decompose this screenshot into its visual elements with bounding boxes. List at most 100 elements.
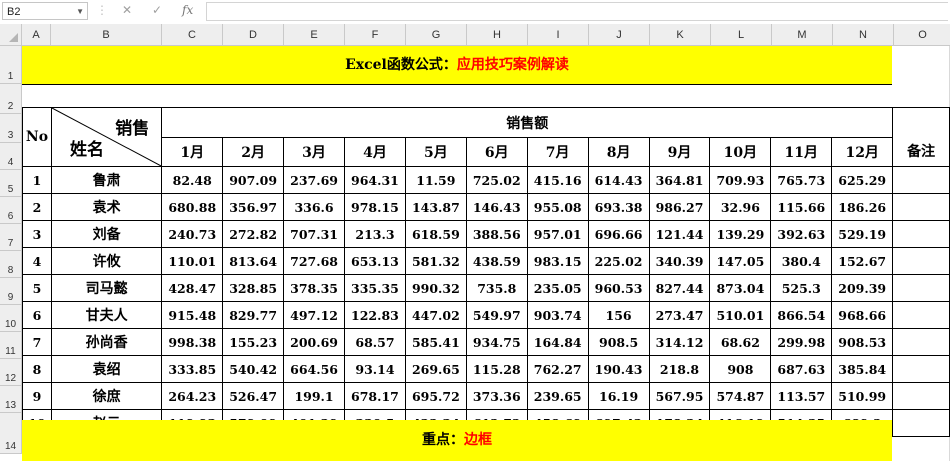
cell-value[interactable]: 11.59 (404, 166, 467, 194)
cell-value[interactable]: 156 (587, 301, 650, 329)
cell-value[interactable]: 113.57 (770, 382, 833, 410)
cell-value[interactable]: 525.3 (770, 274, 833, 302)
cell-value[interactable]: 990.32 (404, 274, 467, 302)
cell-remark[interactable] (892, 328, 950, 356)
cell-value[interactable]: 618.59 (404, 220, 467, 248)
column-header-l[interactable]: L (711, 24, 772, 46)
cell-value[interactable]: 328.85 (222, 274, 285, 302)
cell-value[interactable]: 199.1 (283, 382, 345, 410)
footer-band[interactable]: 重点：边框 (22, 420, 892, 461)
cell-value[interactable]: 510.99 (831, 382, 894, 410)
row-header-5[interactable]: 5 (0, 170, 22, 197)
cell-value[interactable]: 664.56 (283, 355, 345, 383)
cell-value[interactable]: 110.01 (161, 247, 224, 275)
row-header-2[interactable]: 2 (0, 84, 22, 114)
cell-value[interactable]: 585.41 (404, 328, 467, 356)
cell-value[interactable]: 762.27 (526, 355, 589, 383)
column-header-e[interactable]: E (284, 24, 345, 46)
cell-value[interactable]: 908 (709, 355, 772, 383)
cell-no[interactable]: 7 (22, 328, 52, 356)
cell-value[interactable]: 333.85 (161, 355, 224, 383)
row-header-14[interactable]: 14 (0, 413, 22, 454)
cell-value[interactable]: 915.48 (161, 301, 224, 329)
cell-value[interactable]: 680.88 (161, 193, 224, 221)
cell-name[interactable]: 司马懿 (50, 274, 163, 302)
cell-value[interactable]: 152.67 (831, 247, 894, 275)
cell-value[interactable]: 540.42 (222, 355, 285, 383)
row-header-9[interactable]: 9 (0, 278, 22, 305)
column-header-m[interactable]: M (772, 24, 833, 46)
cell-no[interactable]: 6 (22, 301, 52, 329)
cell-value[interactable]: 696.66 (587, 220, 650, 248)
cell-value[interactable]: 314.12 (648, 328, 711, 356)
cell-value[interactable]: 82.48 (161, 166, 224, 194)
cell-value[interactable]: 385.84 (831, 355, 894, 383)
cell-value[interactable]: 829.77 (222, 301, 285, 329)
cell-value[interactable]: 497.12 (283, 301, 345, 329)
cell-value[interactable]: 239.65 (526, 382, 589, 410)
cell-remark[interactable] (892, 193, 950, 221)
cell-value[interactable]: 581.32 (404, 247, 467, 275)
formula-input[interactable] (206, 2, 948, 21)
header-month[interactable]: 5月 (404, 137, 467, 167)
cell-value[interactable]: 392.63 (770, 220, 833, 248)
cell-name[interactable]: 袁绍 (50, 355, 163, 383)
row-header-4[interactable]: 4 (0, 143, 22, 170)
cell-value[interactable]: 873.04 (709, 274, 772, 302)
cell-remark[interactable] (892, 301, 950, 329)
cell-value[interactable]: 240.73 (161, 220, 224, 248)
row-header-8[interactable]: 8 (0, 251, 22, 278)
header-diagonal-cell[interactable]: 销售 姓名 (50, 107, 163, 167)
cell-value[interactable]: 447.02 (404, 301, 467, 329)
cell-value[interactable]: 428.47 (161, 274, 224, 302)
cell-no[interactable]: 8 (22, 355, 52, 383)
cell-value[interactable]: 200.69 (283, 328, 345, 356)
cell-value[interactable]: 299.98 (770, 328, 833, 356)
cell-value[interactable]: 735.8 (465, 274, 528, 302)
cell-value[interactable]: 866.54 (770, 301, 833, 329)
cell-name[interactable]: 孙尚香 (50, 328, 163, 356)
header-month[interactable]: 9月 (648, 137, 711, 167)
cell-no[interactable]: 1 (22, 166, 52, 194)
cell-value[interactable]: 707.31 (283, 220, 345, 248)
header-month[interactable]: 12月 (831, 137, 894, 167)
cell-value[interactable]: 190.43 (587, 355, 650, 383)
cell-value[interactable]: 378.35 (283, 274, 345, 302)
cell-value[interactable]: 68.62 (709, 328, 772, 356)
column-header-g[interactable]: G (406, 24, 467, 46)
cell-value[interactable]: 983.15 (526, 247, 589, 275)
column-header-d[interactable]: D (223, 24, 284, 46)
cell-value[interactable]: 693.38 (587, 193, 650, 221)
cell-remark[interactable] (892, 220, 950, 248)
cell-value[interactable]: 93.14 (344, 355, 406, 383)
cell-value[interactable]: 235.05 (526, 274, 589, 302)
cell-value[interactable]: 574.87 (709, 382, 772, 410)
cell-value[interactable]: 186.26 (831, 193, 894, 221)
cell-value[interactable]: 272.82 (222, 220, 285, 248)
cell-no[interactable]: 9 (22, 382, 52, 410)
cell-value[interactable]: 213.3 (344, 220, 406, 248)
cell-value[interactable]: 625.29 (831, 166, 894, 194)
enter-icon[interactable]: ✓ (152, 3, 162, 17)
cell-no[interactable]: 5 (22, 274, 52, 302)
cell-value[interactable]: 146.43 (465, 193, 528, 221)
column-header-k[interactable]: K (650, 24, 711, 46)
cell-value[interactable]: 139.29 (709, 220, 772, 248)
cell-name[interactable]: 许攸 (50, 247, 163, 275)
column-header-a[interactable]: A (22, 24, 51, 46)
column-header-i[interactable]: I (528, 24, 589, 46)
cell-value[interactable]: 340.39 (648, 247, 711, 275)
cell-value[interactable]: 687.63 (770, 355, 833, 383)
cell-value[interactable]: 968.66 (831, 301, 894, 329)
header-sales-group[interactable]: 销售额 (161, 107, 894, 138)
cell-value[interactable]: 264.23 (161, 382, 224, 410)
function-icon[interactable]: fx (182, 3, 193, 17)
column-header-c[interactable]: C (162, 24, 223, 46)
row-header-11[interactable]: 11 (0, 332, 22, 359)
cell-remark[interactable] (892, 166, 950, 194)
cell-name[interactable]: 徐庶 (50, 382, 163, 410)
cell-value[interactable]: 388.56 (465, 220, 528, 248)
cell-value[interactable]: 155.23 (222, 328, 285, 356)
cell-value[interactable]: 336.6 (283, 193, 345, 221)
header-month[interactable]: 8月 (587, 137, 650, 167)
